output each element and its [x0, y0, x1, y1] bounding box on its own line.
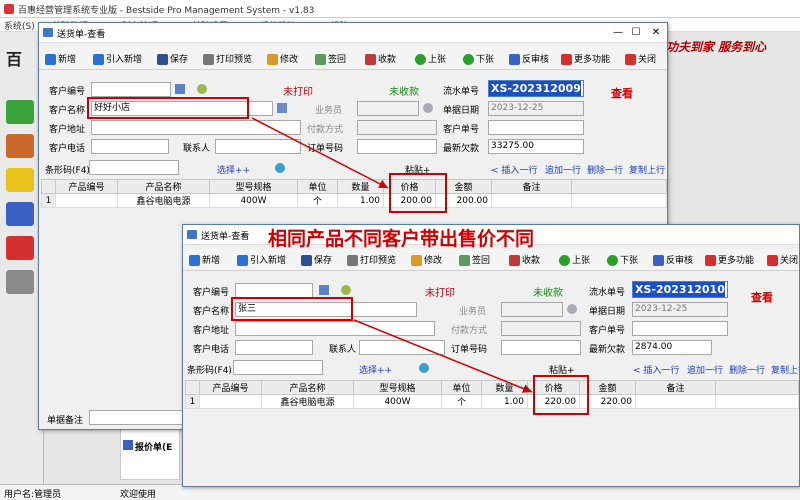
arrow-window1: [251, 117, 389, 189]
arrow-window2: [353, 319, 533, 393]
annotation-arrows: [251, 117, 533, 393]
